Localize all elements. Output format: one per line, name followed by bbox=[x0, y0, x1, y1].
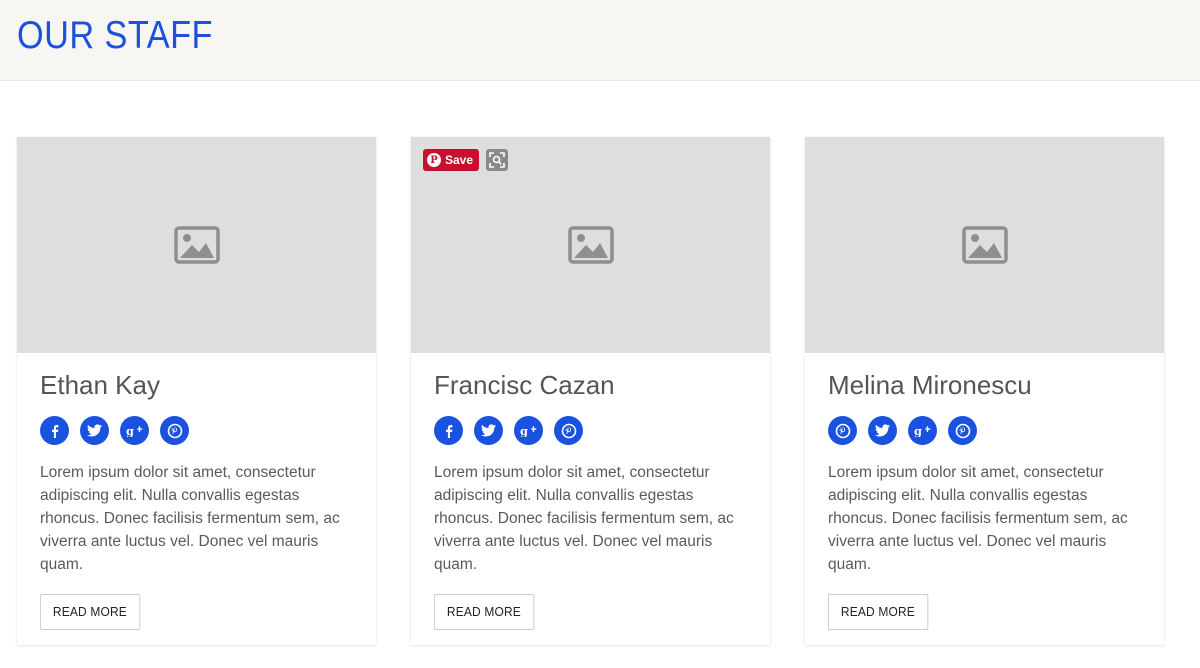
twitter-icon[interactable] bbox=[80, 416, 109, 445]
social-links: g bbox=[40, 416, 353, 445]
google-plus-icon[interactable]: g bbox=[908, 416, 937, 445]
staff-photo: P Save bbox=[411, 137, 770, 353]
staff-name: Melina Mironescu bbox=[828, 370, 1032, 400]
social-links: g bbox=[434, 416, 747, 445]
svg-text:g: g bbox=[914, 424, 922, 437]
facebook-icon[interactable] bbox=[40, 416, 69, 445]
visual-search-icon[interactable] bbox=[486, 149, 508, 171]
page-title: OUR STAFF bbox=[17, 14, 213, 57]
staff-card: Ethan Kay g Lorem ipsum dolor sit amet, … bbox=[17, 137, 376, 645]
staff-photo bbox=[805, 137, 1164, 353]
facebook-icon[interactable] bbox=[434, 416, 463, 445]
pinterest-logo-icon: P bbox=[427, 153, 441, 167]
staff-bio: Lorem ipsum dolor sit amet, consectetur … bbox=[434, 464, 734, 573]
page-header: OUR STAFF bbox=[0, 0, 1200, 81]
read-more-button[interactable]: READ MORE bbox=[828, 594, 928, 630]
read-more-button[interactable]: READ MORE bbox=[434, 594, 534, 630]
twitter-icon[interactable] bbox=[868, 416, 897, 445]
staff-photo bbox=[17, 137, 376, 353]
staff-name: Ethan Kay bbox=[40, 370, 160, 400]
read-more-button[interactable]: READ MORE bbox=[40, 594, 140, 630]
pinterest-icon[interactable] bbox=[160, 416, 189, 445]
google-plus-icon[interactable]: g bbox=[120, 416, 149, 445]
image-placeholder-icon bbox=[961, 226, 1008, 264]
pinterest-icon[interactable] bbox=[948, 416, 977, 445]
image-placeholder-icon bbox=[173, 226, 220, 264]
staff-name: Francisc Cazan bbox=[434, 370, 615, 400]
staff-card: Melina Mironescu g Lorem ipsum dolor sit… bbox=[805, 137, 1164, 645]
staff-bio: Lorem ipsum dolor sit amet, consectetur … bbox=[40, 464, 340, 573]
pinterest-save-button[interactable]: P Save bbox=[423, 149, 480, 171]
google-plus-icon[interactable]: g bbox=[514, 416, 543, 445]
svg-text:g: g bbox=[126, 424, 134, 437]
staff-card: P Save Francisc Cazan g Lorem ipsum dolo… bbox=[411, 137, 770, 645]
svg-text:g: g bbox=[520, 424, 528, 437]
pinterest-icon[interactable] bbox=[828, 416, 857, 445]
twitter-icon[interactable] bbox=[474, 416, 503, 445]
pinterest-save-label: Save bbox=[445, 153, 474, 167]
staff-bio: Lorem ipsum dolor sit amet, consectetur … bbox=[828, 464, 1128, 573]
image-placeholder-icon bbox=[567, 226, 614, 264]
pinterest-icon[interactable] bbox=[554, 416, 583, 445]
social-links: g bbox=[828, 416, 1141, 445]
